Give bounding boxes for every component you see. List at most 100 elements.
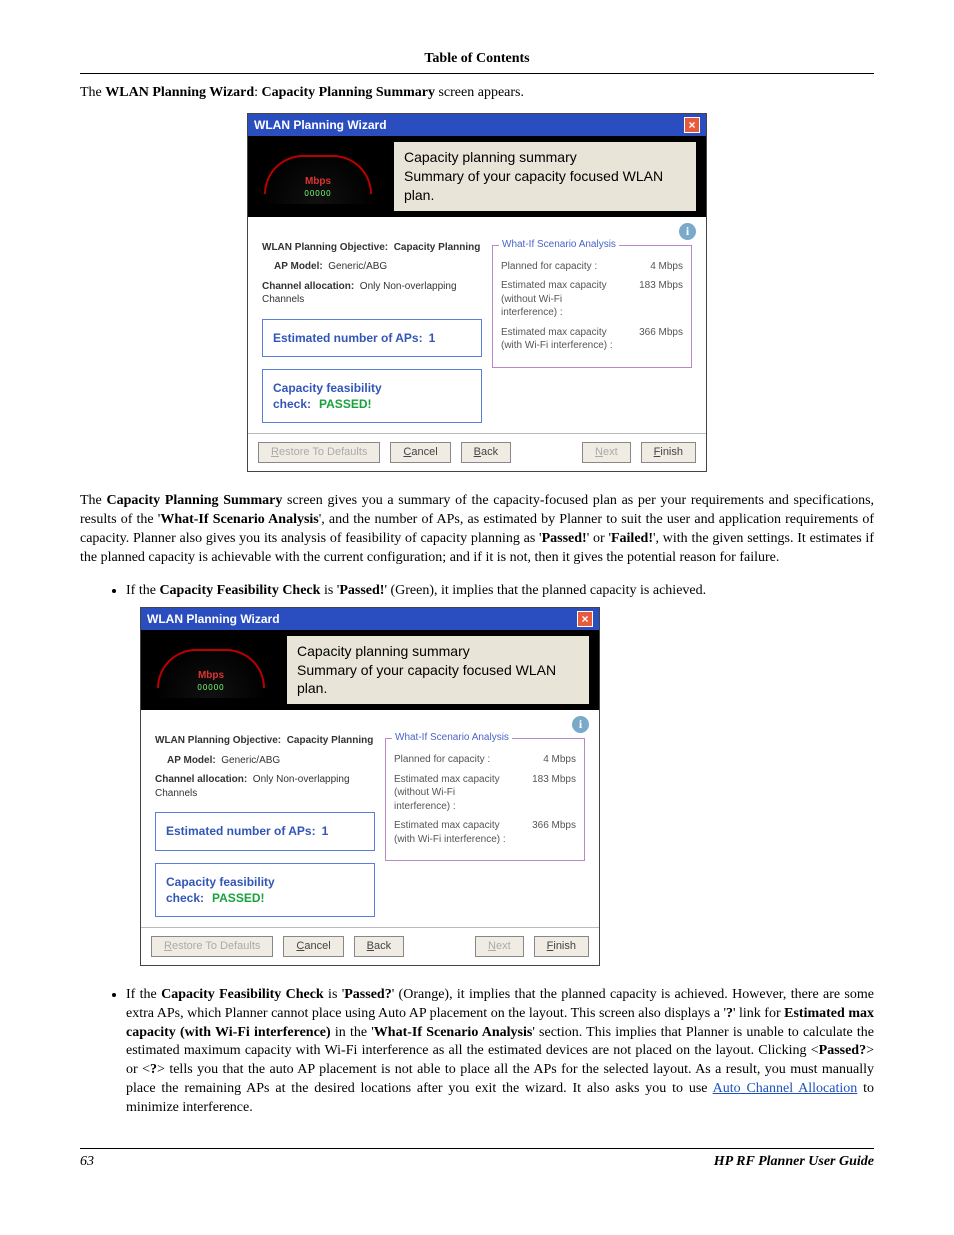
wizard-left-col: WLAN Planning Objective: Capacity Planni…	[155, 734, 375, 917]
page-footer: 63 HP RF Planner User Guide	[80, 1148, 874, 1172]
feasibility-box: Capacity feasibility check:PASSED!	[155, 863, 375, 917]
kv-apmodel: AP Model: Generic/ABG	[274, 260, 482, 274]
l: Estimated number of APs:	[273, 331, 423, 345]
t: WLAN Planning Wizard	[105, 85, 254, 100]
t: Passed?	[819, 1043, 866, 1058]
v: PASSED!	[212, 891, 264, 905]
banner-text: Capacity planning summary Summary of you…	[287, 636, 589, 705]
wizard-body: i WLAN Planning Objective: Capacity Plan…	[248, 217, 706, 434]
wizard-titlebar: WLAN Planning Wizard ×	[248, 114, 706, 136]
wizard-right-col: What-If Scenario Analysis Planned for ca…	[385, 734, 585, 917]
l: Channel allocation:	[155, 774, 247, 785]
l: WLAN Planning Objective:	[262, 242, 388, 253]
next-button[interactable]: Next	[582, 442, 631, 463]
list-item: If the Capacity Feasibility Check is 'Pa…	[126, 986, 874, 1118]
info-icon[interactable]: i	[679, 223, 696, 240]
v: 366 Mbps	[532, 819, 576, 846]
gauge-label: Mbps	[151, 669, 271, 683]
t: ?	[150, 1062, 157, 1077]
banner-heading: Capacity planning summary	[404, 148, 686, 167]
finish-button[interactable]: Finish	[534, 936, 589, 957]
kv-channel: Channel allocation: Only Non-overlapping…	[262, 280, 482, 307]
estimated-aps-box: Estimated number of APs: 1	[262, 319, 482, 357]
wizard-title-text: WLAN Planning Wizard	[147, 611, 280, 627]
banner-text: Capacity planning summary Summary of you…	[394, 142, 696, 211]
t: Capacity Planning Summary	[106, 493, 282, 508]
finish-button[interactable]: Finish	[641, 442, 696, 463]
info-icon[interactable]: i	[572, 716, 589, 733]
cancel-button[interactable]: Cancel	[283, 936, 343, 957]
t: Passed?	[344, 987, 391, 1002]
t: What-If Scenario Analysis	[374, 1025, 533, 1040]
t: The	[80, 493, 106, 508]
l: AP Model:	[274, 261, 323, 272]
l: Channel allocation:	[262, 281, 354, 292]
gauge-icon: Mbps 00000	[258, 149, 378, 204]
v: 1	[322, 824, 329, 838]
row-withwifi: Estimated max capacity (with Wi-Fi inter…	[394, 819, 576, 846]
next-button[interactable]: Next	[475, 936, 524, 957]
row-nowifi: Estimated max capacity (without Wi-Fi in…	[394, 773, 576, 814]
l: Estimated max capacity (without Wi-Fi in…	[394, 773, 514, 814]
kv-objective: WLAN Planning Objective: Capacity Planni…	[262, 241, 482, 255]
restore-defaults-button[interactable]: Restore To Defaults	[258, 442, 380, 463]
kv-apmodel: AP Model: Generic/ABG	[167, 754, 375, 768]
cancel-button[interactable]: Cancel	[390, 442, 450, 463]
t: Capacity Feasibility Check	[161, 987, 324, 1002]
v: 1	[429, 331, 436, 345]
banner-heading: Capacity planning summary	[297, 642, 579, 661]
wizard-body: i WLAN Planning Objective: Capacity Plan…	[141, 710, 599, 927]
gauge-label: Mbps	[258, 175, 378, 189]
row-nowifi: Estimated max capacity (without Wi-Fi in…	[501, 279, 683, 320]
paragraph-summary: The Capacity Planning Summary screen giv…	[80, 492, 874, 568]
l: Estimated max capacity (with Wi-Fi inter…	[501, 326, 621, 353]
page-number: 63	[80, 1153, 94, 1172]
gauge-icon: Mbps 00000	[151, 643, 271, 698]
v: Capacity Planning	[287, 735, 374, 746]
v: 183 Mbps	[639, 279, 683, 320]
bullet-list-1: If the Capacity Feasibility Check is 'Pa…	[108, 582, 874, 601]
t: Passed!	[542, 531, 587, 546]
t: ?	[726, 1006, 733, 1021]
t: If the	[126, 583, 159, 598]
t: ' (Green), it implies that the planned c…	[384, 583, 706, 598]
back-button[interactable]: Back	[461, 442, 511, 463]
wizard-right-col: What-If Scenario Analysis Planned for ca…	[492, 241, 692, 424]
back-button[interactable]: Back	[354, 936, 404, 957]
l: WLAN Planning Objective:	[155, 735, 281, 746]
banner-subheading: Summary of your capacity focused WLAN pl…	[404, 167, 686, 205]
wizard-titlebar: WLAN Planning Wizard ×	[141, 608, 599, 630]
auto-channel-allocation-link[interactable]: Auto Channel Allocation	[713, 1081, 858, 1096]
close-icon[interactable]: ×	[577, 611, 593, 627]
kv-objective: WLAN Planning Objective: Capacity Planni…	[155, 734, 375, 748]
wizard-title-text: WLAN Planning Wizard	[254, 117, 387, 133]
restore-defaults-button[interactable]: Restore To Defaults	[151, 936, 273, 957]
whatif-fieldset: What-If Scenario Analysis Planned for ca…	[492, 245, 692, 368]
whatif-fieldset: What-If Scenario Analysis Planned for ca…	[385, 738, 585, 861]
v: Generic/ABG	[221, 755, 280, 766]
v: Generic/ABG	[328, 261, 387, 272]
t: ' or '	[587, 531, 611, 546]
t: ' link for	[733, 1006, 784, 1021]
v: 183 Mbps	[532, 773, 576, 814]
toc-header: Table of Contents	[80, 50, 874, 74]
l: Estimated max capacity (with Wi-Fi inter…	[394, 819, 514, 846]
estimated-aps-box: Estimated number of APs:1	[155, 812, 375, 850]
l: Planned for capacity :	[394, 753, 490, 767]
row-planned: Planned for capacity :4 Mbps	[501, 260, 683, 274]
wizard-buttons: Restore To Defaults Cancel Back Next Fin…	[248, 433, 706, 471]
t: estore To Defaults	[279, 446, 367, 458]
t: Capacity Planning Summary	[262, 85, 435, 100]
t: What-If Scenario Analysis	[160, 512, 318, 527]
wizard-banner: Mbps 00000 Capacity planning summary Sum…	[141, 630, 599, 711]
intro-line: The WLAN Planning Wizard: Capacity Plann…	[80, 84, 874, 103]
feasibility-box: Capacity feasibility check:PASSED!	[262, 369, 482, 423]
close-icon[interactable]: ×	[684, 117, 700, 133]
wizard-screenshot-2: WLAN Planning Wizard × Mbps 00000 Capaci…	[140, 607, 600, 966]
t: Failed!	[611, 531, 653, 546]
wizard-banner: Mbps 00000 Capacity planning summary Sum…	[248, 136, 706, 217]
whatif-legend: What-If Scenario Analysis	[392, 731, 512, 745]
l: AP Model:	[167, 755, 216, 766]
t: Passed!	[339, 583, 384, 598]
t: The	[80, 85, 105, 100]
